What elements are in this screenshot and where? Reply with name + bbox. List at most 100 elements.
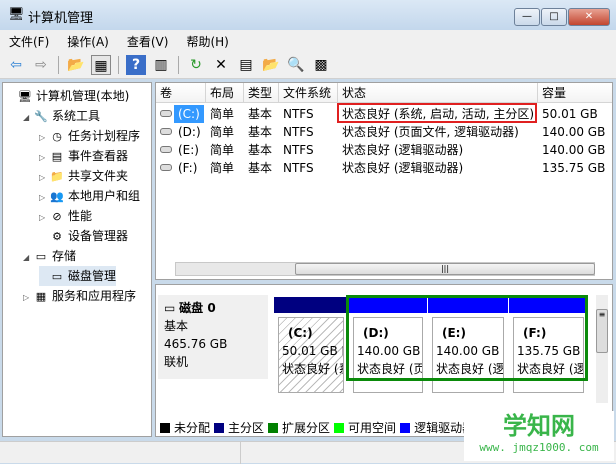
tree-label: 系统工具 [52,109,101,123]
delete-icon[interactable]: ✕ [211,55,231,75]
expand-arrow[interactable]: ▷ [39,168,49,188]
expand-arrow[interactable]: ▷ [39,148,49,168]
drive-icon [160,146,172,153]
tree-icon: 👥 [50,189,64,203]
legend: 未分配 主分区 扩展分区 可用空间 逻辑驱动器 [160,419,474,436]
tree-item[interactable]: ▷ 👥 本地用户和组 [39,186,140,206]
disk-name: 磁盘 0 [179,301,216,315]
minimize-button[interactable]: — [514,8,540,26]
tree-item[interactable]: 🖥 计算机管理(本地) [7,86,129,106]
table-cell: 基本 [248,107,273,121]
highlight-box [337,103,537,123]
menu-bar: 文件(F) 操作(A) 查看(V) 帮助(H) [0,30,616,52]
window-title: 计算机管理 [28,11,94,26]
tree-icon: 🖥 [18,89,32,103]
column-header[interactable]: 状态 [338,83,538,103]
legend-label: 主分区 [228,421,265,435]
refresh-icon[interactable]: ↻ [186,55,206,75]
tree-item[interactable]: ▷ ▦ 服务和应用程序 [23,286,136,306]
menu-file[interactable]: 文件(F) [0,30,58,52]
column-header[interactable]: 类型 [244,83,279,103]
watermark-name: 学知网 [503,412,575,440]
table-cell: 140.00 GB [542,143,606,157]
maximize-button[interactable]: □ [541,8,567,26]
menu-action[interactable]: 操作(A) [58,30,118,52]
table-cell: 状态良好 (逻辑驱动器) [342,143,464,157]
expand-arrow[interactable]: ▷ [39,128,49,148]
legend-swatch [400,422,411,433]
column-header[interactable]: 卷 [156,83,206,103]
tree-item[interactable]: ▷ ◷ 任务计划程序 [39,126,140,146]
legend-label: 可用空间 [348,421,397,435]
tree-icon: ▦ [35,289,47,303]
tree-label: 性能 [68,209,93,223]
table-cell: NTFS [283,161,314,175]
expand-arrow[interactable]: ▷ [39,208,49,228]
disk-icon: ▭ [164,301,180,315]
table-cell: 简单 [210,143,235,157]
expand-arrow[interactable]: ◢ [23,108,33,128]
drive-icon [160,110,172,117]
title-bar: 🖥 计算机管理 — □ ✕ [0,0,616,30]
tree-icon: 🔧 [34,109,48,123]
up-folder-icon[interactable]: 📂 [66,55,86,75]
disk-state: 联机 [164,355,189,369]
expand-arrow[interactable]: ▷ [39,188,49,208]
tree-item[interactable]: ◢ 🔧 系统工具 [23,106,100,126]
settings-icon[interactable]: ▩ [311,55,331,75]
tree-item[interactable]: ▷ 📁 共享文件夹 [39,166,128,186]
tree-item[interactable]: ⚙ 设备管理器 [39,226,128,246]
back-icon[interactable]: ⇦ [6,55,26,75]
watermark: 学知网 www. jmqz1000. com [464,411,614,461]
expand-arrow[interactable]: ▷ [23,288,33,308]
table-cell: 简单 [210,125,235,139]
table-cell: NTFS [283,107,314,121]
vertical-scrollbar[interactable]: ≡ [596,295,608,403]
table-cell: 135.75 GB [542,161,606,175]
open-icon[interactable]: 📂 [261,55,281,75]
watermark-url: www. jmqz1000. com [479,441,599,454]
expand-arrow[interactable]: ◢ [23,248,33,268]
partition-label: (C:) [288,326,313,340]
volume-cell[interactable]: (D:) [174,123,206,141]
separator [58,56,59,74]
table-cell: NTFS [283,125,314,139]
horizontal-scrollbar[interactable]: ||| [175,262,595,276]
tree-label: 本地用户和组 [68,189,141,203]
menu-help[interactable]: 帮助(H) [177,30,237,52]
tree-icon: ◷ [52,129,62,143]
partition-size: 50.01 GB N [282,344,344,358]
forward-icon[interactable]: ⇨ [31,55,51,75]
column-header[interactable]: 容量 [538,83,612,103]
table-cell: 基本 [248,125,273,139]
tree-item[interactable]: ▷ ▤ 事件查看器 [39,146,128,166]
table-cell: NTFS [283,143,314,157]
tree-item[interactable]: ◢ ▭ 存储 [23,246,76,266]
show-hide-tree-icon[interactable]: ▦ [91,55,111,75]
properties-icon[interactable]: ▤ [236,55,256,75]
table-cell: 基本 [248,143,273,157]
action-pane-icon[interactable]: ▥ [151,55,171,75]
volume-cell[interactable]: (F:) [174,159,206,177]
disk-type: 基本 [164,319,189,333]
menu-view[interactable]: 查看(V) [118,30,178,52]
legend-swatch [160,422,170,433]
column-header[interactable]: 文件系统 [279,83,338,103]
volume-cell[interactable]: (E:) [174,141,206,159]
tree-item[interactable]: ▷ ⊘ 性能 [39,206,92,226]
toolbar: ⇦ ⇨ 📂 ▦ ? ▥ ↻ ✕ ▤ 📂 🔍 ▩ [0,52,616,79]
legend-swatch [334,422,345,433]
tree-label: 任务计划程序 [68,129,141,143]
app-icon: 🖥 [8,7,25,22]
legend-item: 未分配 [160,419,210,436]
partition-block[interactable]: (C:) 50.01 GB N 状态良好 (系 [274,297,348,397]
table-cell: 140.00 GB [542,125,606,139]
volume-list: 卷布局 类型 文件系统 状态 容量 (C:) 简单 基本 NTFS 状态良好 (系统, 启动, 活… [155,82,613,280]
extended-partition-frame [346,295,588,381]
column-header[interactable]: 布局 [206,83,244,103]
tree-item[interactable]: ▭ 磁盘管理 [39,266,117,286]
volume-cell[interactable]: (C:) [174,105,204,123]
close-button[interactable]: ✕ [568,8,610,26]
help-icon[interactable]: ? [126,55,146,75]
search-icon[interactable]: 🔍 [286,55,306,75]
